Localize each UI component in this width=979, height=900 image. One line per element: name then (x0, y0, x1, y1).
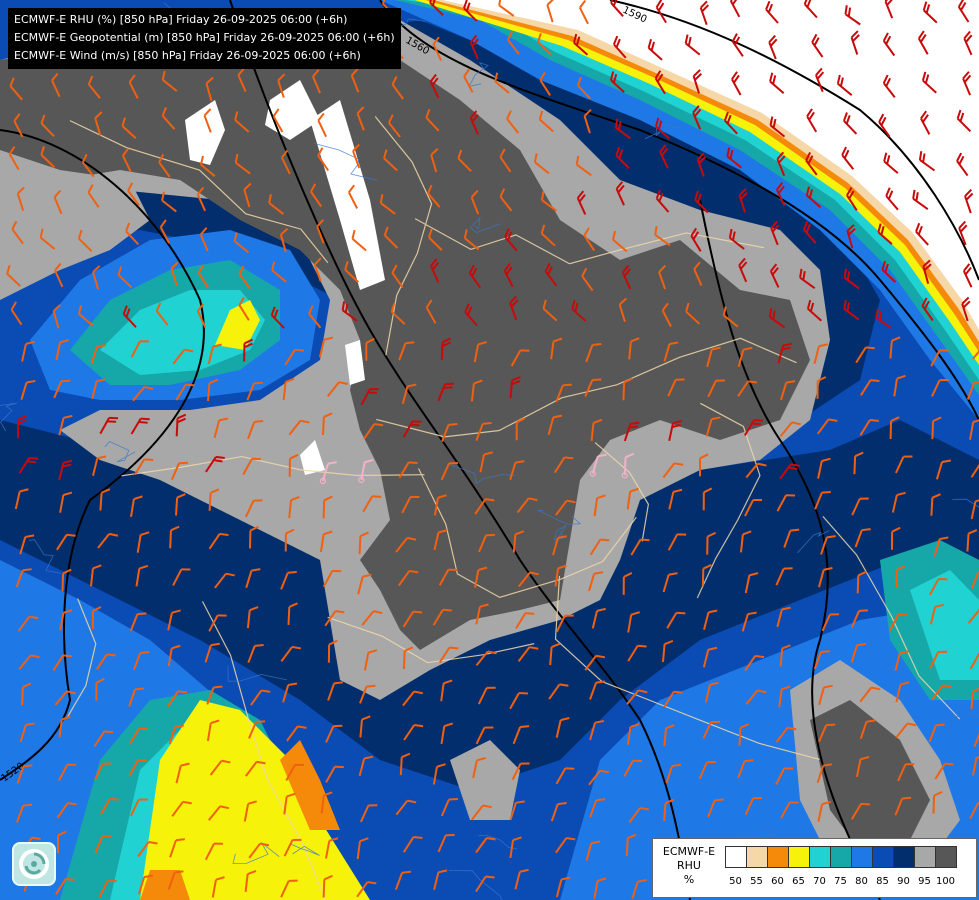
legend-tick-70: 70 (813, 876, 826, 887)
title-line-geopotential: ECMWF-E Geopotential (m) [850 hPa] Frida… (14, 31, 395, 44)
legend-title-model: ECMWF-E (662, 845, 716, 858)
legend-tick-55: 55 (750, 876, 763, 887)
legend-swatch-80 (851, 846, 873, 868)
legend-ticks: 50 55 60 65 70 75 80 85 90 95 100 (725, 876, 956, 887)
legend-swatches (725, 846, 957, 868)
legend-title: ECMWF-E RHU % (653, 845, 725, 887)
legend-tick-50: 50 (729, 876, 742, 887)
legend-swatch-60 (767, 846, 789, 868)
rhu-legend: ECMWF-E RHU % 50 55 60 65 70 75 80 85 90 95 100 (652, 838, 977, 898)
legend-swatch-65 (788, 846, 810, 868)
legend-tick-100: 100 (935, 876, 956, 887)
legend-title-param: RHU (677, 859, 701, 872)
legend-title-unit: % (683, 873, 695, 886)
map-title-box: ECMWF-E RHU (%) [850 hPa] Friday 26-09-2… (8, 8, 401, 69)
legend-tick-75: 75 (834, 876, 847, 887)
legend-tick-65: 65 (792, 876, 805, 887)
legend-swatch-100 (935, 846, 957, 868)
title-line-wind: ECMWF-E Wind (m/s) [850 hPa] Friday 26-0… (14, 49, 361, 62)
legend-tick-85: 85 (876, 876, 889, 887)
legend-tick-95: 95 (918, 876, 931, 887)
legend-swatch-55 (746, 846, 768, 868)
legend-swatch-90 (893, 846, 915, 868)
legend-tick-90: 90 (897, 876, 910, 887)
legend-swatch-70 (809, 846, 831, 868)
legend-swatch-85 (872, 846, 894, 868)
legend-tick-80: 80 (855, 876, 868, 887)
ecmwf-swirl-logo-icon (12, 842, 56, 886)
legend-tick-60: 60 (771, 876, 784, 887)
weather-map: 1560 1590 1520 (0, 0, 979, 900)
legend-swatch-50 (725, 846, 747, 868)
legend-swatch-95 (914, 846, 936, 868)
title-line-rhu: ECMWF-E RHU (%) [850 hPa] Friday 26-09-2… (14, 13, 348, 26)
legend-swatch-75 (830, 846, 852, 868)
